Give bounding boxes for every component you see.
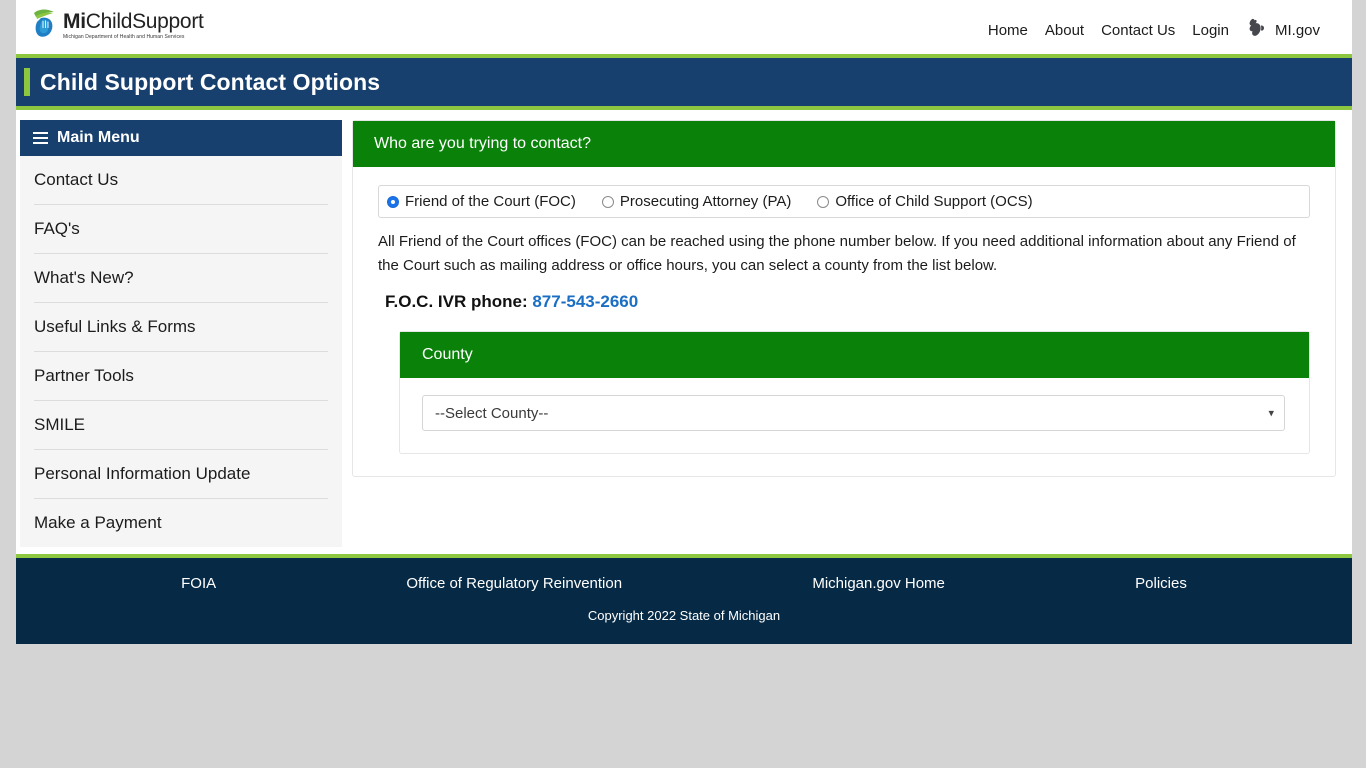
- main-panel-body: Friend of the Court (FOC) Prosecuting At…: [353, 167, 1335, 476]
- logo-text-block: MiChildSupport Michigan Department of He…: [63, 7, 204, 41]
- contact-type-radio-group: Friend of the Court (FOC) Prosecuting At…: [378, 185, 1310, 218]
- nav-login[interactable]: Login: [1192, 22, 1229, 39]
- radio-option-foc[interactable]: Friend of the Court (FOC): [387, 193, 576, 210]
- radio-option-pa[interactable]: Prosecuting Attorney (PA): [601, 193, 792, 210]
- page-title: Child Support Contact Options: [40, 68, 381, 95]
- radio-label-foc: Friend of the Court (FOC): [405, 193, 576, 210]
- county-panel: County --Select County-- ▾: [399, 331, 1310, 454]
- sidebar-item-partner-tools[interactable]: Partner Tools: [34, 352, 328, 401]
- footer-links: FOIA Office of Regulatory Reinvention Mi…: [16, 558, 1352, 592]
- footer-link-michigan-gov-home[interactable]: Michigan.gov Home: [812, 575, 945, 592]
- hamburger-icon: [33, 129, 48, 147]
- nav-about[interactable]: About: [1045, 22, 1084, 39]
- sidebar-item-useful-links-forms[interactable]: Useful Links & Forms: [34, 303, 328, 352]
- top-navigation: Home About Contact Us Login MI.gov: [988, 17, 1320, 43]
- sidebar-header-label: Main Menu: [57, 129, 140, 146]
- radio-indicator-foc[interactable]: [387, 195, 399, 208]
- county-panel-header: County: [400, 332, 1309, 378]
- hand-leaf-logo-icon: [32, 7, 62, 41]
- footer-link-policies[interactable]: Policies: [1135, 575, 1187, 592]
- site-logo[interactable]: MiChildSupport Michigan Department of He…: [32, 7, 204, 41]
- logo-brand-rest: ChildSupport: [85, 10, 204, 33]
- radio-label-pa: Prosecuting Attorney (PA): [619, 193, 792, 210]
- logo-wordmark: MiChildSupport: [63, 11, 204, 33]
- nav-home[interactable]: Home: [988, 22, 1028, 39]
- sidebar-item-make-a-payment[interactable]: Make a Payment: [34, 499, 328, 547]
- county-panel-body: --Select County-- ▾: [400, 378, 1309, 453]
- logo-tagline: Michigan Department of Health and Human …: [63, 34, 185, 40]
- radio-option-ocs[interactable]: Office of Child Support (OCS): [817, 193, 1033, 210]
- nav-migov[interactable]: MI.gov: [1246, 17, 1320, 43]
- ivr-phone-line: F.O.C. IVR phone: 877-543-2660: [385, 292, 1310, 312]
- page-container: MiChildSupport Michigan Department of He…: [16, 0, 1352, 644]
- radio-indicator-pa[interactable]: [601, 195, 614, 208]
- nav-migov-label: MI.gov: [1274, 21, 1320, 39]
- chevron-down-icon[interactable]: ▾: [1268, 407, 1274, 420]
- footer-link-office-of-regulatory-reinvention[interactable]: Office of Regulatory Reinvention: [406, 575, 622, 592]
- logo-brand-bold: Mi: [63, 10, 86, 33]
- sidebar: Main Menu Contact Us FAQ's What's New? U…: [20, 120, 342, 547]
- site-header: MiChildSupport Michigan Department of He…: [16, 0, 1352, 54]
- sidebar-menu-list: Contact Us FAQ's What's New? Useful Link…: [20, 156, 342, 547]
- main-panel: Who are you trying to contact? Friend of…: [352, 120, 1336, 477]
- content-area: Main Menu Contact Us FAQ's What's New? U…: [16, 110, 1352, 554]
- footer-copyright: Copyright 2022 State of Michigan: [587, 608, 781, 623]
- banner-accent-bar: [24, 68, 30, 96]
- contact-description: All Friend of the Court offices (FOC) ca…: [378, 233, 1296, 274]
- ivr-phone-link[interactable]: 877-543-2660: [532, 292, 638, 311]
- nav-contact-us[interactable]: Contact Us: [1101, 22, 1175, 39]
- ivr-phone-label: F.O.C. IVR phone:: [385, 292, 528, 311]
- site-footer: FOIA Office of Regulatory Reinvention Mi…: [16, 554, 1352, 644]
- sidebar-item-contact-us[interactable]: Contact Us: [34, 156, 328, 205]
- sidebar-item-smile[interactable]: SMILE: [34, 401, 328, 450]
- radio-indicator-ocs[interactable]: [817, 195, 830, 208]
- sidebar-item-personal-information-update[interactable]: Personal Information Update: [34, 450, 328, 499]
- sidebar-header[interactable]: Main Menu: [20, 120, 342, 156]
- michigan-state-icon: [1246, 17, 1268, 43]
- sidebar-item-whats-new[interactable]: What's New?: [34, 254, 328, 303]
- county-select-value: --Select County--: [435, 404, 549, 422]
- sidebar-item-faqs[interactable]: FAQ's: [34, 205, 328, 254]
- radio-label-ocs: Office of Child Support (OCS): [835, 193, 1033, 210]
- page-title-banner: Child Support Contact Options: [16, 54, 1352, 110]
- county-select[interactable]: --Select County-- ▾: [422, 395, 1285, 431]
- main-panel-header: Who are you trying to contact?: [353, 121, 1335, 167]
- footer-link-foia[interactable]: FOIA: [181, 575, 216, 592]
